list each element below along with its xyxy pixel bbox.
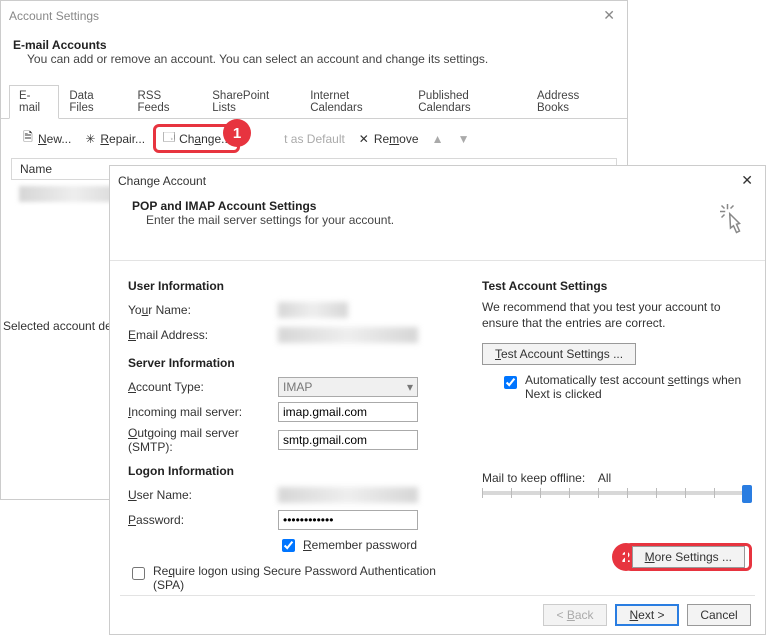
email-label: Email Address: <box>128 328 278 342</box>
mail-keep-label: Mail to keep offline: <box>482 471 585 485</box>
more-settings-button[interactable]: More Settings ... <box>632 546 745 568</box>
tab-data-files[interactable]: Data Files <box>59 85 127 119</box>
move-up-button: ▲ <box>427 130 449 148</box>
chevron-down-icon: ▾ <box>407 380 413 394</box>
tab-email[interactable]: E-mail <box>9 85 59 119</box>
spa-checkbox[interactable]: Require logon using Secure Password Auth… <box>128 564 443 592</box>
tab-address-books[interactable]: Address Books <box>527 85 619 119</box>
close-icon[interactable]: ✕ <box>737 172 757 189</box>
remove-button[interactable]: ✕Remove <box>353 130 423 148</box>
pop-imap-heading: POP and IMAP Account Settings <box>132 199 747 213</box>
test-settings-desc: We recommend that you test your account … <box>482 299 752 331</box>
email-accounts-desc: You can add or remove an account. You ca… <box>27 52 615 66</box>
new-icon: 🗎 <box>21 128 35 149</box>
back-button: < Back <box>543 604 607 626</box>
incoming-label: Incoming mail server: <box>128 405 278 419</box>
account-type-combo: IMAP▾ <box>278 377 418 397</box>
your-name-label: Your Name: <box>128 303 278 317</box>
password-input[interactable] <box>278 510 418 530</box>
change-icon: 🗔 <box>162 128 176 149</box>
username-value-blurred <box>278 487 418 503</box>
logon-info-heading: Logon Information <box>128 464 458 478</box>
password-label: Password: <box>128 513 278 527</box>
your-name-value-blurred <box>278 302 348 318</box>
next-button[interactable]: Next > <box>615 604 679 626</box>
incoming-server-input[interactable] <box>278 402 418 422</box>
tab-sharepoint-lists[interactable]: SharePoint Lists <box>202 85 300 119</box>
new-button[interactable]: 🗎New... <box>17 126 75 151</box>
cursor-click-icon <box>717 201 753 240</box>
account-settings-titlebar: Account Settings ✕ <box>1 1 627 30</box>
repair-icon: ✳ <box>83 132 97 146</box>
move-down-button: ▼ <box>453 130 475 148</box>
tab-published-calendars[interactable]: Published Calendars <box>408 85 527 119</box>
repair-button[interactable]: ✳Repair... <box>79 130 149 148</box>
account-type-label: Account Type: <box>128 380 278 394</box>
wizard-footer: < Back Next > Cancel <box>543 604 751 626</box>
remember-password-checkbox[interactable]: Remember password <box>278 536 417 555</box>
auto-test-checkbox[interactable]: Automatically test account settings when… <box>500 373 752 401</box>
tab-rss-feeds[interactable]: RSS Feeds <box>128 85 203 119</box>
email-value-blurred <box>278 327 418 343</box>
username-label: User Name: <box>128 488 278 502</box>
callout-1: 1 <box>223 119 251 147</box>
mail-keep-value: All <box>598 471 611 485</box>
close-icon[interactable]: ✕ <box>599 7 619 24</box>
change-account-titlebar: Change Account ✕ <box>110 166 765 195</box>
cancel-button[interactable]: Cancel <box>687 604 751 626</box>
outgoing-server-input[interactable] <box>278 430 418 450</box>
user-info-heading: User Information <box>128 279 458 293</box>
slider-thumb[interactable] <box>742 485 752 503</box>
remove-icon: ✕ <box>357 132 371 146</box>
pop-imap-desc: Enter the mail server settings for your … <box>146 213 747 227</box>
account-tabs: E-mail Data Files RSS Feeds SharePoint L… <box>1 84 627 119</box>
test-account-settings-button[interactable]: Test Account Settings ... <box>482 343 636 365</box>
more-settings-highlight: More Settings ... <box>625 543 752 571</box>
outgoing-label: Outgoing mail server (SMTP): <box>128 426 278 454</box>
test-settings-heading: Test Account Settings <box>482 279 752 293</box>
arrow-down-icon: ▼ <box>457 132 471 146</box>
account-settings-title: Account Settings <box>9 9 99 23</box>
email-accounts-heading: E-mail Accounts <box>13 38 615 52</box>
change-account-window: Change Account ✕ POP and IMAP Account Se… <box>109 165 766 635</box>
arrow-up-icon: ▲ <box>431 132 445 146</box>
server-info-heading: Server Information <box>128 356 458 370</box>
change-account-title: Change Account <box>118 174 206 188</box>
account-toolbar: 🗎New... ✳Repair... 🗔Change... t as Defau… <box>9 119 619 158</box>
mail-keep-slider[interactable] <box>482 491 752 495</box>
selected-account-label: Selected account de <box>3 319 112 333</box>
set-default-button: t as Default <box>280 130 349 148</box>
tab-internet-calendars[interactable]: Internet Calendars <box>300 85 408 119</box>
